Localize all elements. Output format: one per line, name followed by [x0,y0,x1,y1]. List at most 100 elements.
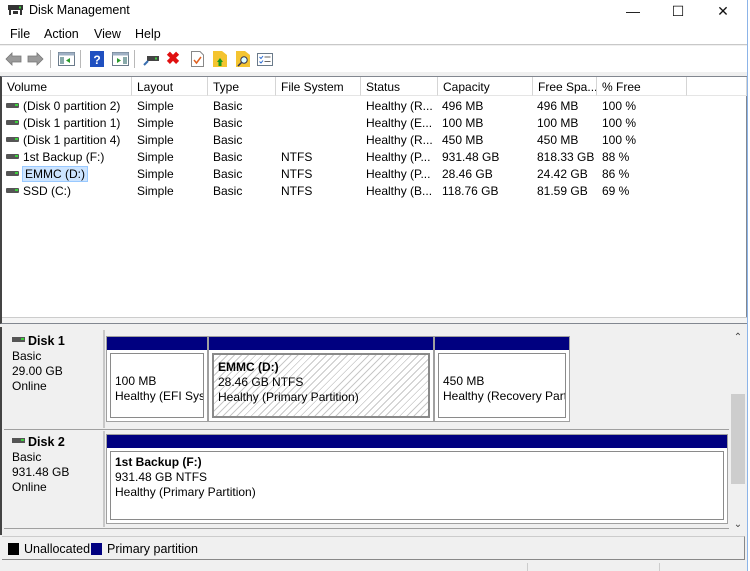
layout-cell: Simple [137,184,174,198]
free-space-cell: 81.59 GB [537,184,588,198]
table-row[interactable]: SSD (C:) Simple Basic NTFS Healthy (B...… [2,182,747,199]
volume-icon [6,188,19,194]
disk-2-label[interactable]: Disk 2 Basic 931.48 GB Online [4,431,105,527]
menu-bar: File Action View Help [0,22,747,45]
partition-body: 100 MB Healthy (EFI Syst [110,353,204,418]
up-level-button[interactable] [211,50,229,68]
back-arrow-icon [4,52,21,66]
console-tree-icon [57,52,75,66]
capacity-cell: 931.48 GB [442,150,500,164]
disk-state: Online [12,480,47,494]
chevron-up-icon: ⌃ [733,332,743,343]
disk-management-app-icon [8,5,23,15]
primary-partition-bar [107,337,207,350]
partition-efi[interactable]: 100 MB Healthy (EFI Syst [106,336,208,422]
column-header-percent-free[interactable]: % Free [597,77,687,96]
connect-icon [142,56,159,66]
partition-1st-backup-f[interactable]: 1st Backup (F:) 931.48 GB NTFS Healthy (… [106,434,728,524]
partition-status: Healthy (EFI Syst [115,389,204,403]
partition-body: EMMC (D:) 28.46 GB NTFS Healthy (Primary… [212,353,430,418]
forward-arrow-icon [27,52,44,66]
volume-name: SSD (C:) [23,184,71,198]
volume-cell: (Disk 1 partition 1) [6,116,120,130]
menu-file[interactable]: File [10,27,30,41]
help-button[interactable]: ? [88,50,106,68]
show-hide-console-tree-button[interactable] [57,50,75,68]
column-header-capacity[interactable]: Capacity [438,77,533,96]
partition-body: 450 MB Healthy (Recovery Part [438,353,566,418]
column-header-volume[interactable]: Volume [2,77,132,96]
status-cell: Healthy (P... [366,167,431,181]
action-pane-icon [111,52,129,66]
forward-button[interactable] [26,50,44,68]
menu-view[interactable]: View [94,27,121,41]
volume-icon [6,137,19,143]
minimize-button[interactable]: — [610,0,656,22]
table-row[interactable]: 1st Backup (F:) Simple Basic NTFS Health… [2,148,747,165]
layout-cell: Simple [137,150,174,164]
capacity-cell: 118.76 GB [442,184,499,198]
table-row[interactable]: (Disk 0 partition 2) Simple Basic Health… [2,97,747,114]
volume-name: (Disk 1 partition 4) [23,133,121,147]
primary-partition-bar [209,337,433,350]
free-space-cell: 818.33 GB [537,150,595,164]
column-header-file-system[interactable]: File System [276,77,361,96]
volume-icon [6,103,19,109]
show-hide-action-pane-button[interactable] [111,50,129,68]
disk-state: Online [12,379,47,393]
file-system-cell: NTFS [281,184,313,198]
capacity-cell: 450 MB [442,133,484,147]
vertical-scrollbar[interactable]: ⌃ ⌄ [729,327,747,535]
scrollbar-thumb[interactable] [731,394,745,484]
toolbar-separator [80,50,81,68]
column-header-free-space[interactable]: Free Spa... [533,77,597,96]
volume-cell: EMMC (D:) [6,166,88,182]
column-header-type[interactable]: Type [208,77,276,96]
disk-type: Basic [12,450,42,464]
close-icon: ✕ [717,2,729,19]
type-cell: Basic [213,150,243,164]
properties-icon [190,51,204,67]
disk-1-label[interactable]: Disk 1 Basic 29.00 GB Online [4,330,105,428]
table-row[interactable]: (Disk 1 partition 4) Simple Basic Health… [2,131,747,148]
connect-virtual-disk-button[interactable] [142,50,160,68]
table-row-selected[interactable]: EMMC (D:) Simple Basic NTFS Healthy (P..… [2,165,747,182]
maximize-button[interactable]: ☐ [655,0,701,22]
legend-item-primary-partition: Primary partition [91,542,198,556]
maximize-icon: ☐ [671,2,685,19]
file-system-cell: NTFS [281,167,313,181]
scroll-down-button[interactable]: ⌄ [729,516,747,533]
chevron-down-icon: ⌄ [733,519,743,530]
type-cell: Basic [213,99,243,113]
table-row[interactable]: (Disk 1 partition 1) Simple Basic Health… [2,114,747,131]
menu-help[interactable]: Help [135,27,161,41]
status-cell: Healthy (E... [366,116,433,130]
column-header-status[interactable]: Status [361,77,438,96]
delete-button[interactable]: ✖ [164,50,182,68]
status-cell: Healthy (B... [366,184,433,198]
properties-button[interactable] [188,50,206,68]
partition-recovery[interactable]: 450 MB Healthy (Recovery Part [434,336,570,422]
partition-status: Healthy (Primary Partition) [115,485,256,499]
free-space-cell: 496 MB [537,99,579,113]
percent-free-cell: 86 % [602,167,630,181]
horizontal-scrollbar[interactable] [2,317,747,323]
close-button[interactable]: ✕ [700,0,746,22]
back-button[interactable] [4,50,22,68]
layout-cell: Simple [137,133,174,147]
search-button[interactable] [234,50,252,68]
disk-name: Disk 2 [28,435,65,449]
list-view-button[interactable] [256,50,274,68]
partition-status: Healthy (Recovery Part [443,389,566,403]
primary-partition-swatch [91,543,102,555]
column-header-layout[interactable]: Layout [132,77,208,96]
folder-search-icon [236,51,250,67]
disk-size: 931.48 GB [12,465,70,479]
partition-emmc-d-selected[interactable]: EMMC (D:) 28.46 GB NTFS Healthy (Primary… [208,336,434,422]
partition-name [115,359,199,374]
scroll-up-button[interactable]: ⌃ [729,329,747,346]
menu-action[interactable]: Action [44,27,79,41]
legend-label: Primary partition [107,542,198,556]
status-cell: Healthy (P... [366,150,431,164]
partition-size: 450 MB [443,374,485,388]
